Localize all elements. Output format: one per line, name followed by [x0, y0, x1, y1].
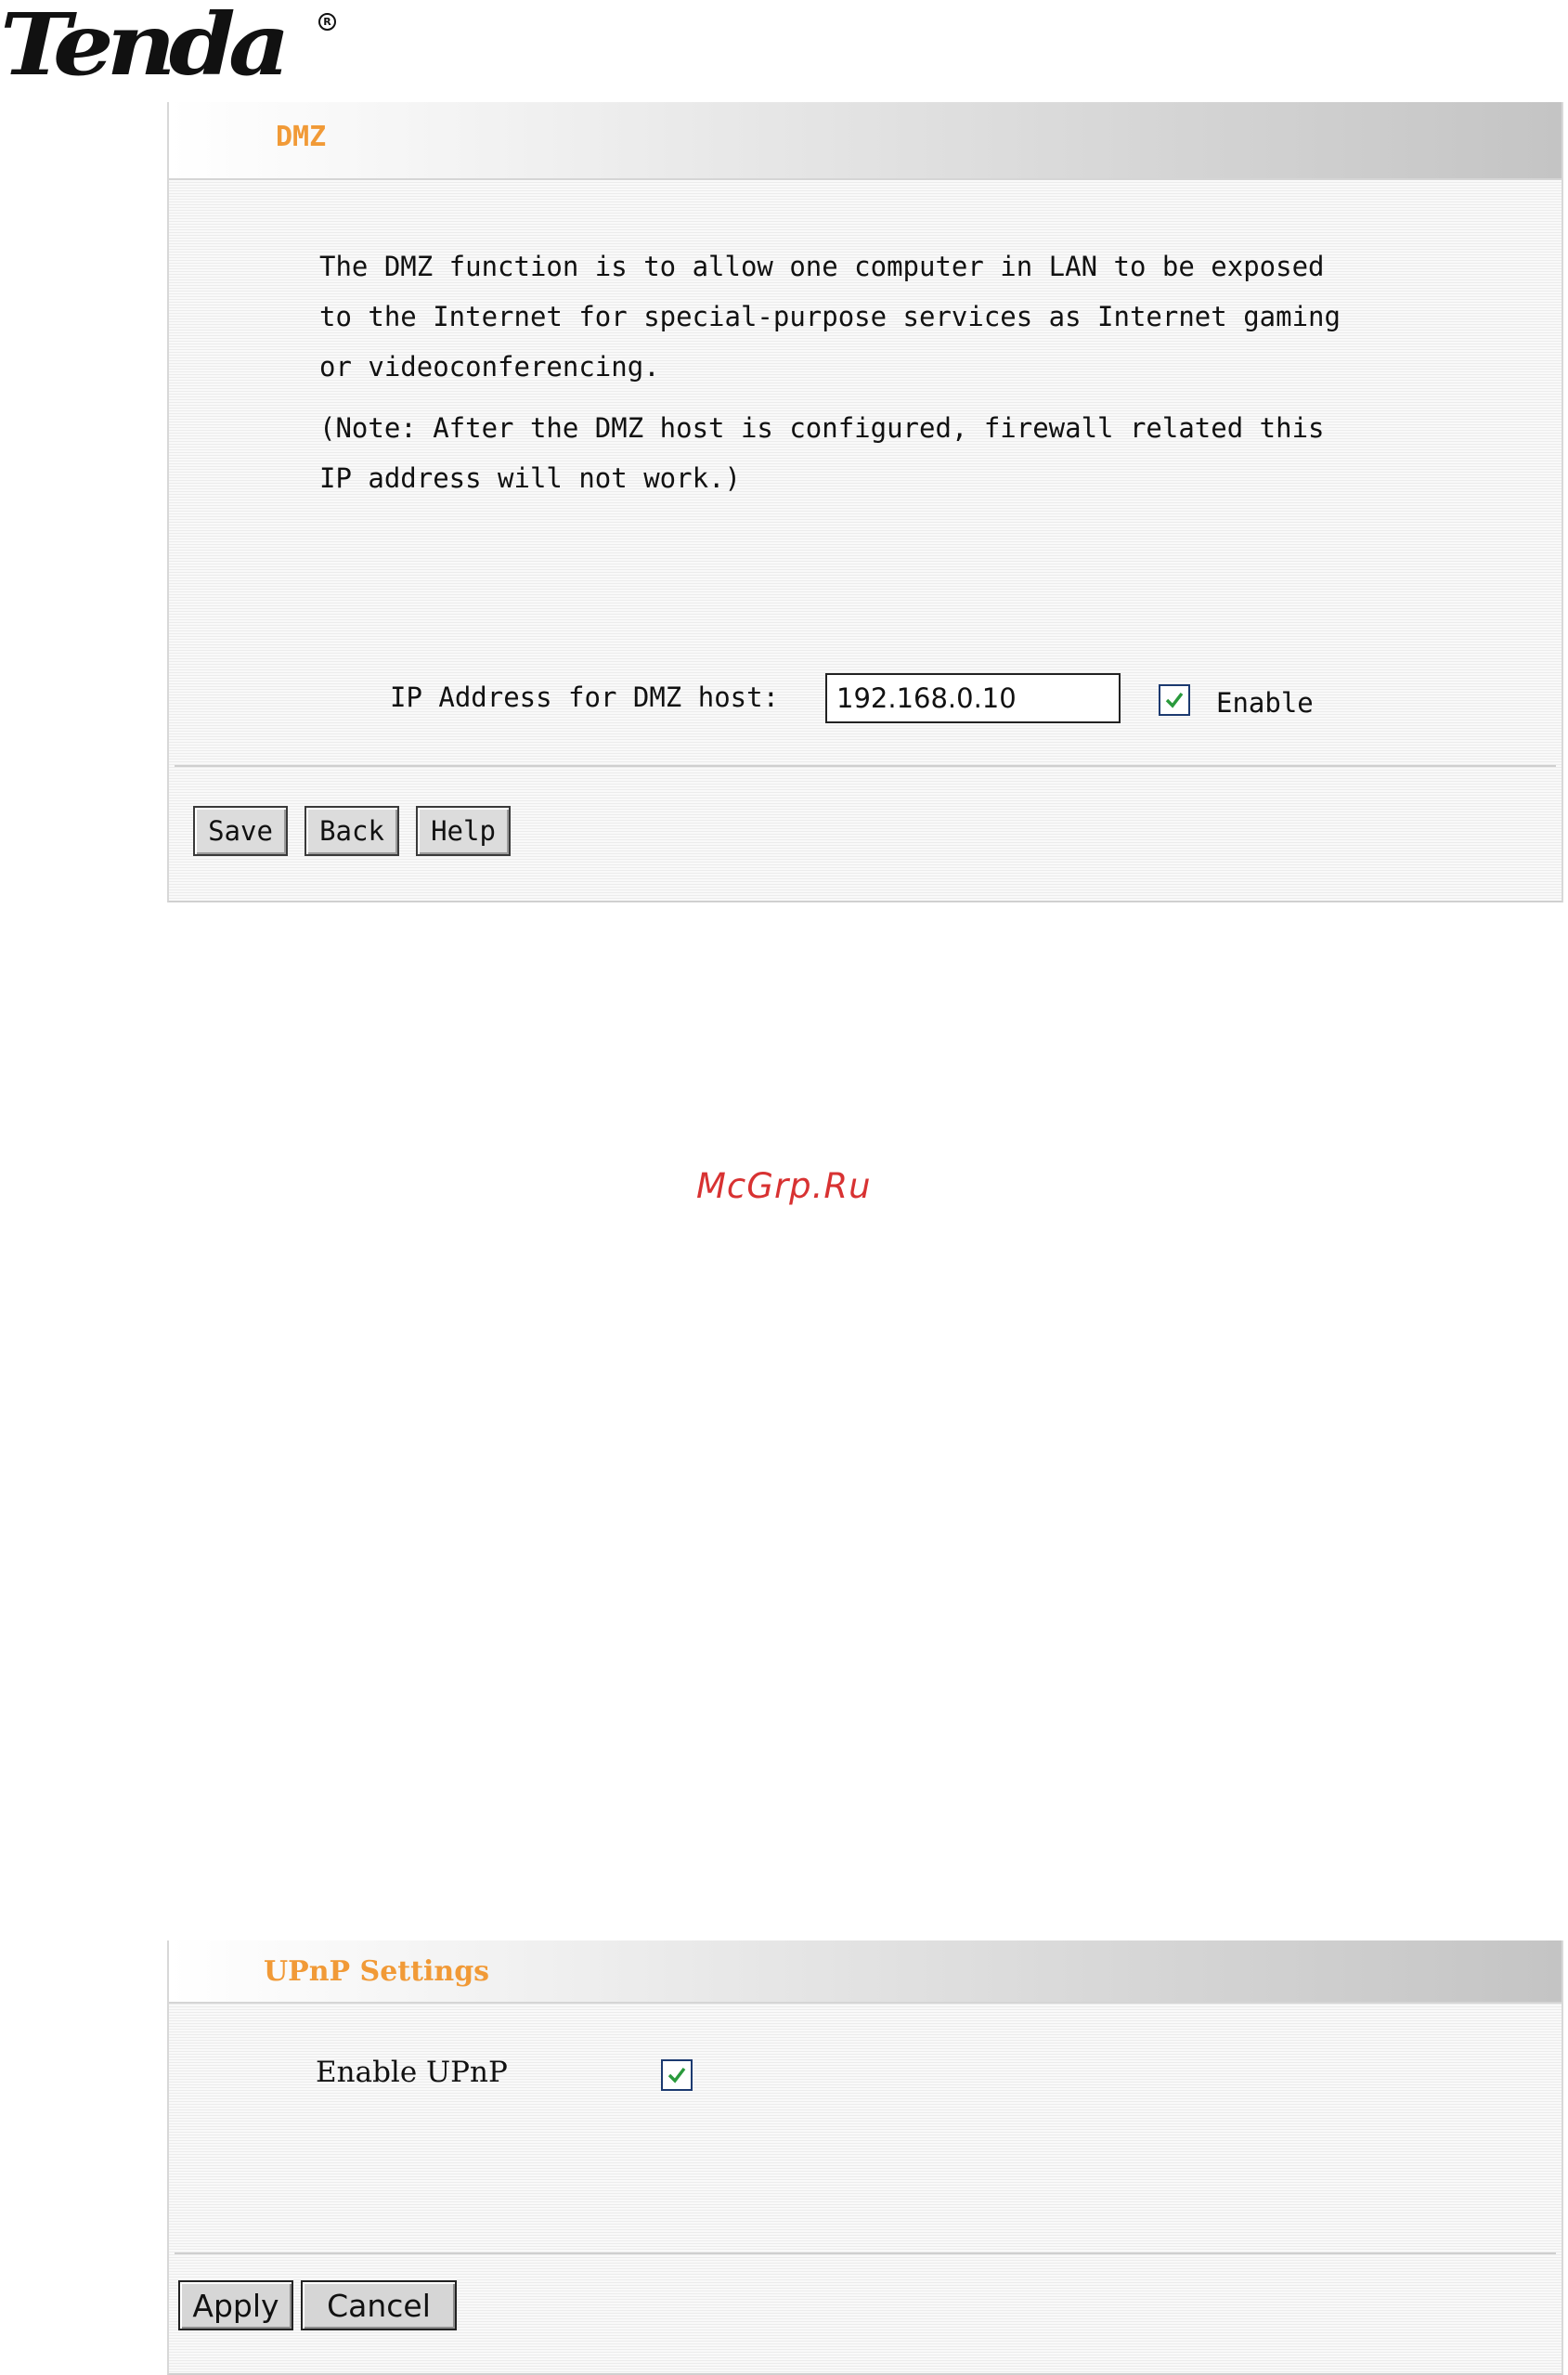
dmz-ip-input[interactable] — [825, 673, 1121, 723]
dmz-divider — [175, 765, 1556, 767]
dmz-description: The DMZ function is to allow one compute… — [319, 251, 1341, 383]
tenda-logo: Tenda R — [0, 0, 339, 95]
dmz-panel-header: DMZ — [169, 102, 1562, 180]
cancel-button[interactable]: Cancel — [301, 2280, 457, 2330]
logo-text: Tenda — [0, 0, 291, 95]
upnp-enable-checkbox[interactable] — [661, 2059, 693, 2091]
checkmark-icon — [667, 2067, 686, 2083]
dmz-ip-label: IP Address for DMZ host: — [390, 681, 780, 713]
dmz-enable-label: Enable — [1216, 687, 1314, 719]
registered-mark-icon: R — [318, 13, 336, 31]
upnp-enable-label: Enable UPnP — [316, 2056, 508, 2089]
upnp-panel: UPnP Settings Enable UPnP Apply Cancel — [167, 1940, 1563, 2375]
watermark: McGrp.Ru — [696, 1166, 872, 1206]
dmz-note: (Note: After the DMZ host is configured,… — [319, 412, 1325, 494]
help-button[interactable]: Help — [416, 806, 511, 856]
dmz-enable-checkbox[interactable] — [1159, 684, 1190, 716]
checkmark-icon — [1165, 692, 1184, 708]
dmz-panel: DMZ The DMZ function is to allow one com… — [167, 102, 1563, 902]
apply-button[interactable]: Apply — [178, 2280, 293, 2330]
upnp-divider — [175, 2252, 1556, 2254]
save-button[interactable]: Save — [193, 806, 288, 856]
upnp-panel-header: UPnP Settings — [169, 1940, 1562, 2004]
back-button[interactable]: Back — [305, 806, 399, 856]
upnp-panel-title: UPnP Settings — [264, 1955, 490, 1988]
dmz-panel-title: DMZ — [276, 121, 327, 153]
